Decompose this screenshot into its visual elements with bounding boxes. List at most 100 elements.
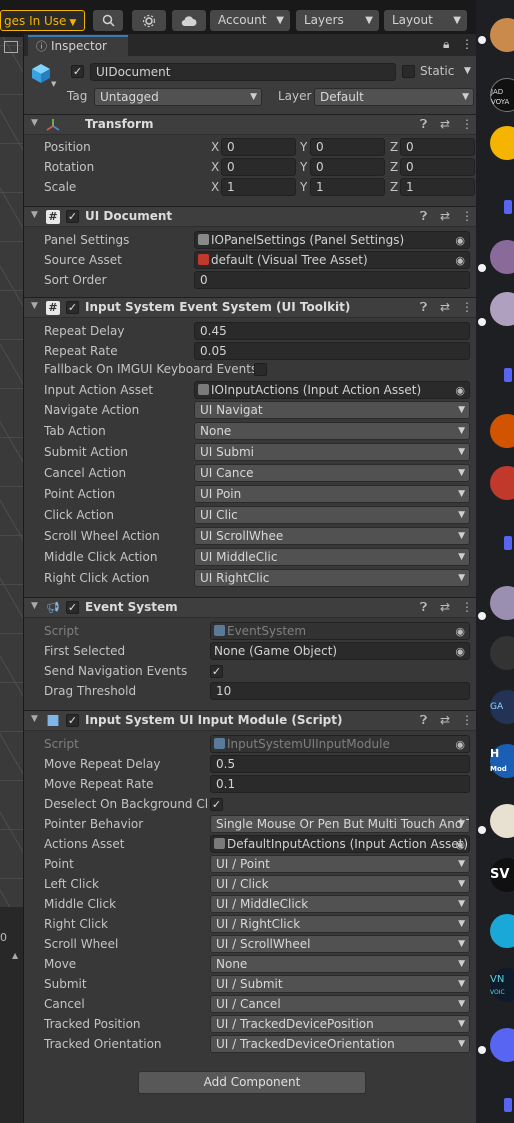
foldout-arrow-icon[interactable]: ▼ xyxy=(31,210,38,220)
scale-x-field[interactable]: 1 xyxy=(221,178,296,196)
input-event-system-enabled-checkbox[interactable]: ✓ xyxy=(66,301,79,314)
object-picker-icon[interactable]: ◉ xyxy=(455,644,465,659)
send-navigation-events-checkbox[interactable]: ✓ xyxy=(210,665,223,678)
input-event-system-component-header[interactable]: ▼ # ✓ Input System Event System (UI Tool… xyxy=(24,297,476,318)
gameobject-name-field[interactable]: UIDocument xyxy=(90,63,396,81)
move-repeat-delay-field[interactable]: 0.5 xyxy=(210,755,470,773)
input-module-action-dropdown[interactable]: UI / TrackedDevicePosition ▼ xyxy=(210,1015,470,1033)
add-component-button[interactable]: Add Component xyxy=(138,1071,366,1094)
hierarchy-panel-strip[interactable]: 0 ▲ xyxy=(0,907,23,1123)
hierarchy-expand-icon[interactable]: ▲ xyxy=(12,951,18,960)
source-asset-field[interactable]: default (Visual Tree Asset) ◉ xyxy=(194,251,470,269)
server-icon[interactable] xyxy=(490,466,514,500)
scale-y-field[interactable]: 1 xyxy=(310,178,385,196)
sort-order-field[interactable]: 0 xyxy=(194,271,470,289)
server-icon[interactable]: VN VOIC xyxy=(490,968,514,1002)
server-icon[interactable] xyxy=(490,636,514,670)
server-icon[interactable] xyxy=(490,18,514,52)
input-event-system-action-dropdown[interactable]: UI RightClic ▼ xyxy=(194,569,470,587)
search-button[interactable] xyxy=(93,10,123,31)
settings-button[interactable] xyxy=(132,10,166,31)
input-event-system-action-dropdown[interactable]: UI Cance ▼ xyxy=(194,464,470,482)
fallback-imgui-checkbox[interactable] xyxy=(254,363,267,376)
position-y-field[interactable]: 0 xyxy=(310,138,385,156)
input-module-action-dropdown[interactable]: UI / Point ▼ xyxy=(210,855,470,873)
server-icon[interactable] xyxy=(490,126,514,160)
gameobject-active-checkbox[interactable]: ✓ xyxy=(71,65,84,78)
discord-server-icon[interactable] xyxy=(490,1028,514,1062)
foldout-arrow-icon[interactable]: ▼ xyxy=(31,118,38,128)
move-repeat-rate-field[interactable]: 0.1 xyxy=(210,775,470,793)
server-icon[interactable] xyxy=(490,292,514,326)
help-icon[interactable]: ❓︎ xyxy=(420,209,427,224)
layer-dropdown[interactable]: Default ▼ xyxy=(314,88,474,106)
tab-inspector[interactable]: ⓘ Inspector xyxy=(28,35,128,56)
input-event-system-action-dropdown[interactable]: UI Navigat ▼ xyxy=(194,401,470,419)
help-icon[interactable]: ❓︎ xyxy=(420,117,427,132)
transform-component-header[interactable]: ▼ Transform ❓︎ ⇄ ⋮ xyxy=(24,114,476,135)
cloud-button[interactable] xyxy=(172,10,206,31)
more-options-icon[interactable]: ⋮ xyxy=(461,37,473,51)
account-dropdown[interactable]: Account ▼ xyxy=(210,10,290,31)
position-x-field[interactable]: 0 xyxy=(221,138,296,156)
ui-document-component-header[interactable]: ▼ # ✓ UI Document ❓︎ ⇄ ⋮ xyxy=(24,206,476,227)
server-icon[interactable] xyxy=(490,914,514,948)
input-module-enabled-checkbox[interactable]: ✓ xyxy=(66,714,79,727)
input-event-system-action-dropdown[interactable]: None ▼ xyxy=(194,422,470,440)
input-module-action-dropdown[interactable]: UI / Cancel ▼ xyxy=(210,995,470,1013)
context-menu-icon[interactable]: ⋮ xyxy=(461,300,473,314)
deselect-on-background-checkbox[interactable]: ✓ xyxy=(210,798,223,811)
input-module-component-header[interactable]: ▼ ⬛︎ ✓ Input System UI Input Module (Scr… xyxy=(24,710,476,731)
object-picker-icon[interactable]: ◉ xyxy=(455,837,465,852)
server-icon[interactable]: SV xyxy=(490,858,514,892)
foldout-arrow-icon[interactable]: ▼ xyxy=(31,301,38,311)
input-module-action-dropdown[interactable]: UI / Submit ▼ xyxy=(210,975,470,993)
rotation-y-field[interactable]: 0 xyxy=(310,158,385,176)
server-icon[interactable]: H Mod xyxy=(490,744,514,778)
scene-view-strip[interactable]: 0 ▲ xyxy=(0,37,23,1123)
input-module-action-dropdown[interactable]: UI / Click ▼ xyxy=(210,875,470,893)
input-module-action-dropdown[interactable]: UI / MiddleClick ▼ xyxy=(210,895,470,913)
server-icon[interactable] xyxy=(490,586,514,620)
rotation-x-field[interactable]: 0 xyxy=(221,158,296,176)
tag-dropdown[interactable]: Untagged ▼ xyxy=(94,88,262,106)
changes-in-use-button[interactable]: ges In Use ▼ xyxy=(0,10,85,31)
input-module-action-dropdown[interactable]: UI / ScrollWheel ▼ xyxy=(210,935,470,953)
input-module-action-dropdown[interactable]: UI / RightClick ▼ xyxy=(210,915,470,933)
position-z-field[interactable]: 0 xyxy=(400,138,475,156)
server-icon[interactable] xyxy=(490,414,514,448)
server-icon[interactable] xyxy=(490,240,514,274)
server-icon[interactable] xyxy=(490,804,514,838)
input-action-asset-field[interactable]: IOInputActions (Input Action Asset) ◉ xyxy=(194,381,470,399)
layers-dropdown[interactable]: Layers ▼ xyxy=(296,10,379,31)
rotation-z-field[interactable]: 0 xyxy=(400,158,475,176)
actions-asset-field[interactable]: DefaultInputActions (Input Action Asset)… xyxy=(210,835,470,853)
object-picker-icon[interactable]: ◉ xyxy=(455,383,465,398)
lock-icon[interactable]: 🔒︎ xyxy=(443,37,449,52)
preset-icon[interactable]: ⇄ xyxy=(440,300,450,314)
icon-dropdown-chevron-icon[interactable]: ▼ xyxy=(51,80,56,88)
input-module-action-dropdown[interactable]: None ▼ xyxy=(210,955,470,973)
input-event-system-action-dropdown[interactable]: UI ScrollWhee ▼ xyxy=(194,527,470,545)
context-menu-icon[interactable]: ⋮ xyxy=(461,209,473,223)
static-checkbox[interactable] xyxy=(402,65,415,78)
drag-threshold-field[interactable]: 10 xyxy=(210,682,470,700)
preset-icon[interactable]: ⇄ xyxy=(440,600,450,614)
foldout-arrow-icon[interactable]: ▼ xyxy=(31,714,38,724)
scale-z-field[interactable]: 1 xyxy=(400,178,475,196)
object-picker-icon[interactable]: ◉ xyxy=(455,233,465,248)
server-icon[interactable]: GA xyxy=(490,690,514,724)
preset-icon[interactable]: ⇄ xyxy=(440,209,450,223)
repeat-delay-field[interactable]: 0.45 xyxy=(194,322,470,340)
help-icon[interactable]: ❓︎ xyxy=(420,713,427,728)
input-event-system-action-dropdown[interactable]: UI Poin ▼ xyxy=(194,485,470,503)
object-picker-icon[interactable]: ◉ xyxy=(455,253,465,268)
foldout-arrow-icon[interactable]: ▼ xyxy=(31,601,38,611)
static-dropdown-chevron-icon[interactable]: ▼ xyxy=(464,66,471,76)
help-icon[interactable]: ❓︎ xyxy=(420,600,427,615)
event-system-component-header[interactable]: ▼ 📢︎ ✓ Event System ❓︎ ⇄ ⋮ xyxy=(24,597,476,618)
input-module-action-dropdown[interactable]: UI / TrackedDeviceOrientation ▼ xyxy=(210,1035,470,1053)
scene-tool-icon[interactable] xyxy=(4,41,18,53)
context-menu-icon[interactable]: ⋮ xyxy=(461,713,473,727)
first-selected-field[interactable]: None (Game Object) ◉ xyxy=(210,642,470,660)
